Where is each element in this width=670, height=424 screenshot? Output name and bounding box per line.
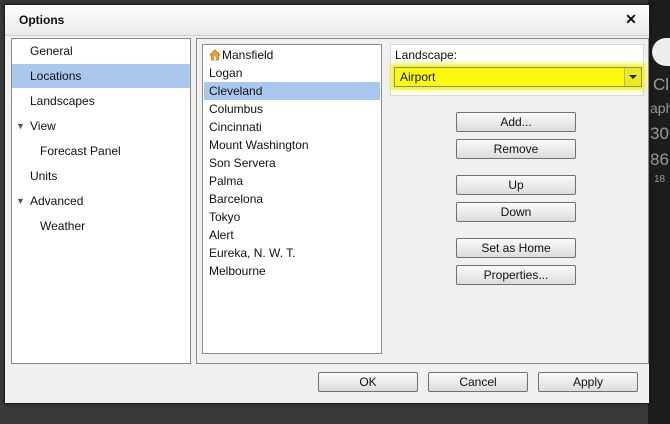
nav-item-weather[interactable]: Weather bbox=[12, 214, 218, 238]
location-item[interactable]: Columbus bbox=[204, 100, 380, 118]
down-button[interactable]: Down bbox=[456, 202, 576, 222]
nav-item-units[interactable]: Units bbox=[12, 164, 208, 188]
nav-item-advanced[interactable]: ▼ Advanced bbox=[12, 189, 208, 213]
background-text: Cl bbox=[653, 75, 670, 94]
landscape-select[interactable]: Airport bbox=[394, 67, 642, 87]
location-item[interactable]: Son Servera bbox=[204, 154, 380, 172]
location-label: Eureka, N. W. T. bbox=[209, 246, 296, 260]
dialog-title: Options bbox=[19, 13, 65, 27]
location-item[interactable]: Mount Washington bbox=[204, 136, 380, 154]
location-item[interactable]: Barcelona bbox=[204, 190, 380, 208]
ok-button[interactable]: OK bbox=[318, 372, 418, 392]
location-item[interactable]: Eureka, N. W. T. bbox=[204, 244, 380, 262]
nav-item-label: Locations bbox=[30, 69, 82, 83]
location-label: Tokyo bbox=[209, 210, 241, 224]
location-item[interactable]: Palma bbox=[204, 172, 380, 190]
close-icon[interactable]: ✕ bbox=[623, 11, 639, 27]
location-item-selected[interactable]: Cleveland bbox=[204, 82, 380, 100]
nav-item-label: Advanced bbox=[30, 194, 84, 208]
nav-item-landscapes[interactable]: Landscapes bbox=[12, 89, 208, 113]
properties-button[interactable]: Properties... bbox=[456, 265, 576, 285]
location-item-mansfield[interactable]: Mansfield bbox=[204, 46, 380, 64]
set-home-button[interactable]: Set as Home bbox=[456, 238, 576, 258]
location-item[interactable]: Melbourne bbox=[204, 262, 380, 280]
location-item[interactable]: Tokyo bbox=[204, 208, 380, 226]
location-label: Melbourne bbox=[209, 264, 266, 278]
nav-item-label: General bbox=[30, 44, 73, 58]
expand-arrow-icon[interactable]: ▼ bbox=[16, 189, 25, 213]
remove-button[interactable]: Remove bbox=[456, 139, 576, 159]
landscape-value: Airport bbox=[400, 70, 436, 84]
location-label: Alert bbox=[209, 228, 234, 242]
nav-item-label: View bbox=[30, 119, 56, 133]
up-button[interactable]: Up bbox=[456, 175, 576, 195]
location-item[interactable]: Alert bbox=[204, 226, 380, 244]
nav-item-locations[interactable]: Locations bbox=[12, 64, 190, 88]
category-tree: General Locations Landscapes ▼ View Fore… bbox=[11, 38, 191, 364]
nav-item-label: Landscapes bbox=[30, 94, 95, 108]
nav-item-label: Weather bbox=[40, 219, 86, 233]
location-item[interactable]: Cincinnati bbox=[204, 118, 380, 136]
location-item[interactable]: Logan bbox=[204, 64, 380, 82]
landscape-group: Landscape: Airport bbox=[390, 44, 644, 96]
background-text: aph bbox=[650, 100, 670, 116]
apply-button[interactable]: Apply bbox=[538, 372, 638, 392]
location-label: Palma bbox=[209, 174, 244, 188]
landscape-label: Landscape: bbox=[395, 48, 458, 62]
locations-panel: Mansfield Logan Cleveland Columbus Cinci… bbox=[196, 38, 649, 364]
expand-arrow-icon[interactable]: ▼ bbox=[16, 114, 25, 138]
location-label: Logan bbox=[209, 66, 243, 80]
location-label: Mansfield bbox=[222, 48, 274, 62]
location-label: Cleveland bbox=[209, 84, 263, 98]
background-text: 86 bbox=[650, 150, 669, 169]
nav-item-forecast-panel[interactable]: Forecast Panel bbox=[12, 139, 218, 163]
home-icon bbox=[209, 49, 221, 61]
location-label: Barcelona bbox=[209, 192, 264, 206]
nav-item-general[interactable]: General bbox=[12, 39, 208, 63]
background-text: 18 bbox=[654, 174, 666, 185]
add-button[interactable]: Add... bbox=[456, 112, 576, 132]
nav-item-label: Units bbox=[30, 169, 58, 183]
location-label: Son Servera bbox=[209, 156, 276, 170]
background-text: 30 bbox=[650, 124, 669, 143]
chevron-down-icon bbox=[629, 75, 637, 79]
location-list[interactable]: Mansfield Logan Cleveland Columbus Cinci… bbox=[202, 44, 382, 354]
options-dialog: Options ✕ General Locations Landscapes ▼… bbox=[4, 4, 650, 404]
location-label: Mount Washington bbox=[209, 138, 309, 152]
nav-item-view[interactable]: ▼ View bbox=[12, 114, 208, 138]
dropdown-button[interactable] bbox=[624, 68, 641, 86]
title-bar[interactable]: Options ✕ bbox=[5, 5, 649, 36]
location-label: Cincinnati bbox=[209, 120, 262, 134]
nav-item-label: Forecast Panel bbox=[40, 144, 121, 158]
cancel-button[interactable]: Cancel bbox=[428, 372, 528, 392]
location-label: Columbus bbox=[209, 102, 264, 116]
